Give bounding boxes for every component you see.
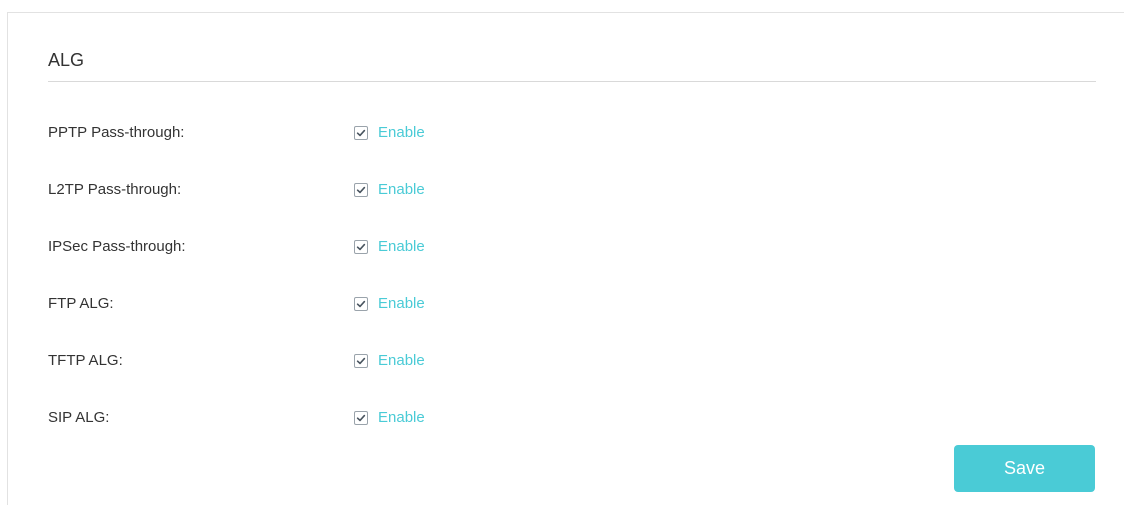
row-label-tftp: TFTP ALG: [48,352,123,369]
checkbox-box[interactable] [354,297,368,311]
row-label-pptp: PPTP Pass-through: [48,124,185,141]
row-label-ipsec: IPSec Pass-through: [48,238,186,255]
row-ipsec-pass-through: IPSec Pass-through: Enable [48,235,648,259]
checkmark-icon [356,357,366,365]
section-divider [48,81,1096,82]
checkmark-icon [356,129,366,137]
checkbox-box[interactable] [354,126,368,140]
row-l2tp-pass-through: L2TP Pass-through: Enable [48,178,648,202]
row-pptp-pass-through: PPTP Pass-through: Enable [48,121,648,145]
checkbox-label[interactable]: Enable [378,124,425,142]
section-title: ALG [48,50,85,70]
checkmark-icon [356,414,366,422]
row-tftp-alg: TFTP ALG: Enable [48,349,648,373]
checkbox-label[interactable]: Enable [378,409,425,427]
row-label-sip: SIP ALG: [48,409,110,426]
row-ftp-alg: FTP ALG: Enable [48,292,648,316]
row-label-l2tp: L2TP Pass-through: [48,181,182,198]
ipsec-enable-checkbox[interactable]: Enable [354,237,425,257]
checkbox-label[interactable]: Enable [378,295,425,313]
save-button[interactable]: Save [954,445,1095,492]
alg-panel: ALG PPTP Pass-through: Enable L2TP Pass-… [7,12,1124,505]
row-label-ftp: FTP ALG: [48,295,114,312]
ftp-enable-checkbox[interactable]: Enable [354,294,425,314]
checkbox-box[interactable] [354,354,368,368]
l2tp-enable-checkbox[interactable]: Enable [354,180,425,200]
checkbox-label[interactable]: Enable [378,181,425,199]
row-sip-alg: SIP ALG: Enable [48,406,648,430]
checkmark-icon [356,300,366,308]
checkbox-box[interactable] [354,240,368,254]
checkbox-label[interactable]: Enable [378,238,425,256]
checkmark-icon [356,186,366,194]
pptp-enable-checkbox[interactable]: Enable [354,123,425,143]
checkbox-box[interactable] [354,183,368,197]
checkbox-box[interactable] [354,411,368,425]
checkbox-label[interactable]: Enable [378,352,425,370]
sip-enable-checkbox[interactable]: Enable [354,408,425,428]
checkmark-icon [356,243,366,251]
tftp-enable-checkbox[interactable]: Enable [354,351,425,371]
